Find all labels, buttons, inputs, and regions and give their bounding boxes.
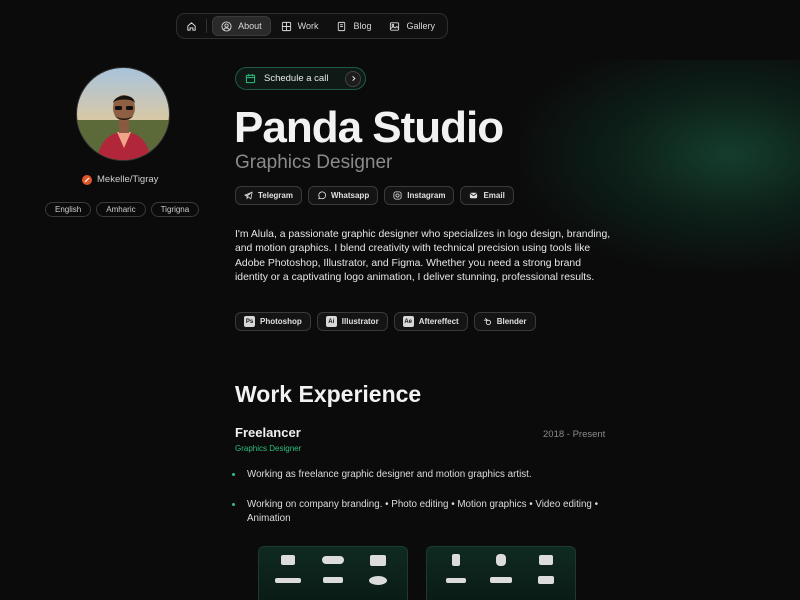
avatar [76,67,170,161]
tool-photoshop: Ps Photoshop [235,312,311,331]
logo-mark [526,573,565,587]
logo-mark [358,553,397,567]
schedule-call-label: Schedule a call [264,73,329,84]
job-role: Graphics Designer [235,444,302,453]
social-links: Telegram Whatsapp Instagram Email [235,186,514,205]
tool-label: Blender [496,317,527,326]
whatsapp-link[interactable]: Whatsapp [307,186,379,205]
list-item: Working as freelance graphic designer an… [232,468,612,482]
logo-mark [482,553,521,567]
nav-item-gallery[interactable]: Gallery [381,16,443,36]
job-dates: 2018 - Present [543,429,606,440]
gallery-thumbnail[interactable] [258,546,408,600]
page-title: Panda Studio [234,103,504,152]
logo-mark [314,553,353,567]
location: Mekelle/Tigray [82,174,158,185]
telegram-icon [244,191,253,200]
logo-mark [314,573,353,587]
nav-item-label: Work [297,21,319,31]
logo-mark [526,553,565,567]
photoshop-icon: Ps [244,316,255,327]
language-badge: Tigrigna [150,202,200,217]
schedule-call-button[interactable]: Schedule a call [235,67,366,90]
tool-label: Photoshop [260,317,302,326]
image-icon [390,21,400,31]
tool-label: Aftereffect [418,317,459,326]
nav-item-work[interactable]: Work [273,16,327,36]
email-icon [470,192,478,199]
job-bullets: Working as freelance graphic designer an… [232,468,612,542]
nav-item-about[interactable]: About [212,16,271,36]
social-label: Email [483,191,505,200]
nav-divider [206,19,208,33]
illustrator-icon: Ai [325,316,337,327]
home-icon [186,21,196,31]
nav-item-label: Blog [353,21,372,31]
location-text: Mekelle/Tigray [97,174,159,185]
language-list: English Amharic Tigrigna [45,202,200,217]
section-title-experience: Work Experience [235,381,422,407]
logo-mark [437,573,476,587]
social-label: Telegram [258,191,293,200]
tool-label: Illustrator [341,317,379,326]
social-label: Whatsapp [330,191,370,200]
tool-list: Ps Photoshop Ai Illustrator Ae Aftereffe… [235,312,536,331]
tool-illustrator: Ai Illustrator [316,312,388,331]
aftereffects-icon: Ae [402,316,414,327]
logo-mark [482,573,521,587]
language-badge: Amharic [96,202,146,217]
nav-item-label: About [238,21,262,31]
logo-mark [437,553,476,567]
logo-mark [269,573,308,587]
home-button[interactable] [181,16,201,36]
instagram-icon [393,191,402,200]
gallery-thumbnail[interactable] [426,546,576,600]
logo-mark [358,573,397,587]
avatar-photo [77,68,169,160]
top-nav: About Work Blog Gallery [176,13,448,39]
location-pin-icon [82,174,92,185]
nav-item-blog[interactable]: Blog [328,16,379,36]
tool-aftereffects: Ae Aftereffect [393,312,468,331]
list-item: Working on company branding. • Photo edi… [232,498,612,526]
telegram-link[interactable]: Telegram [235,186,302,205]
bio-text: I'm Alula, a passionate graphic designer… [235,229,611,284]
nav-item-label: Gallery [406,21,435,31]
chevron-right-icon [345,70,361,87]
blender-icon [483,318,491,326]
instagram-link[interactable]: Instagram [384,186,455,205]
social-label: Instagram [407,191,446,200]
whatsapp-icon [318,191,326,200]
page-subtitle: Graphics Designer [235,152,393,173]
email-link[interactable]: Email [460,186,514,205]
book-icon [338,21,346,31]
grid-icon [281,21,291,31]
calendar-icon [245,74,256,84]
language-badge: English [45,202,92,217]
user-circle-icon [221,20,232,32]
job-title: Freelancer [235,425,301,440]
logo-mark [269,553,308,567]
tool-blender: Blender [473,312,536,331]
